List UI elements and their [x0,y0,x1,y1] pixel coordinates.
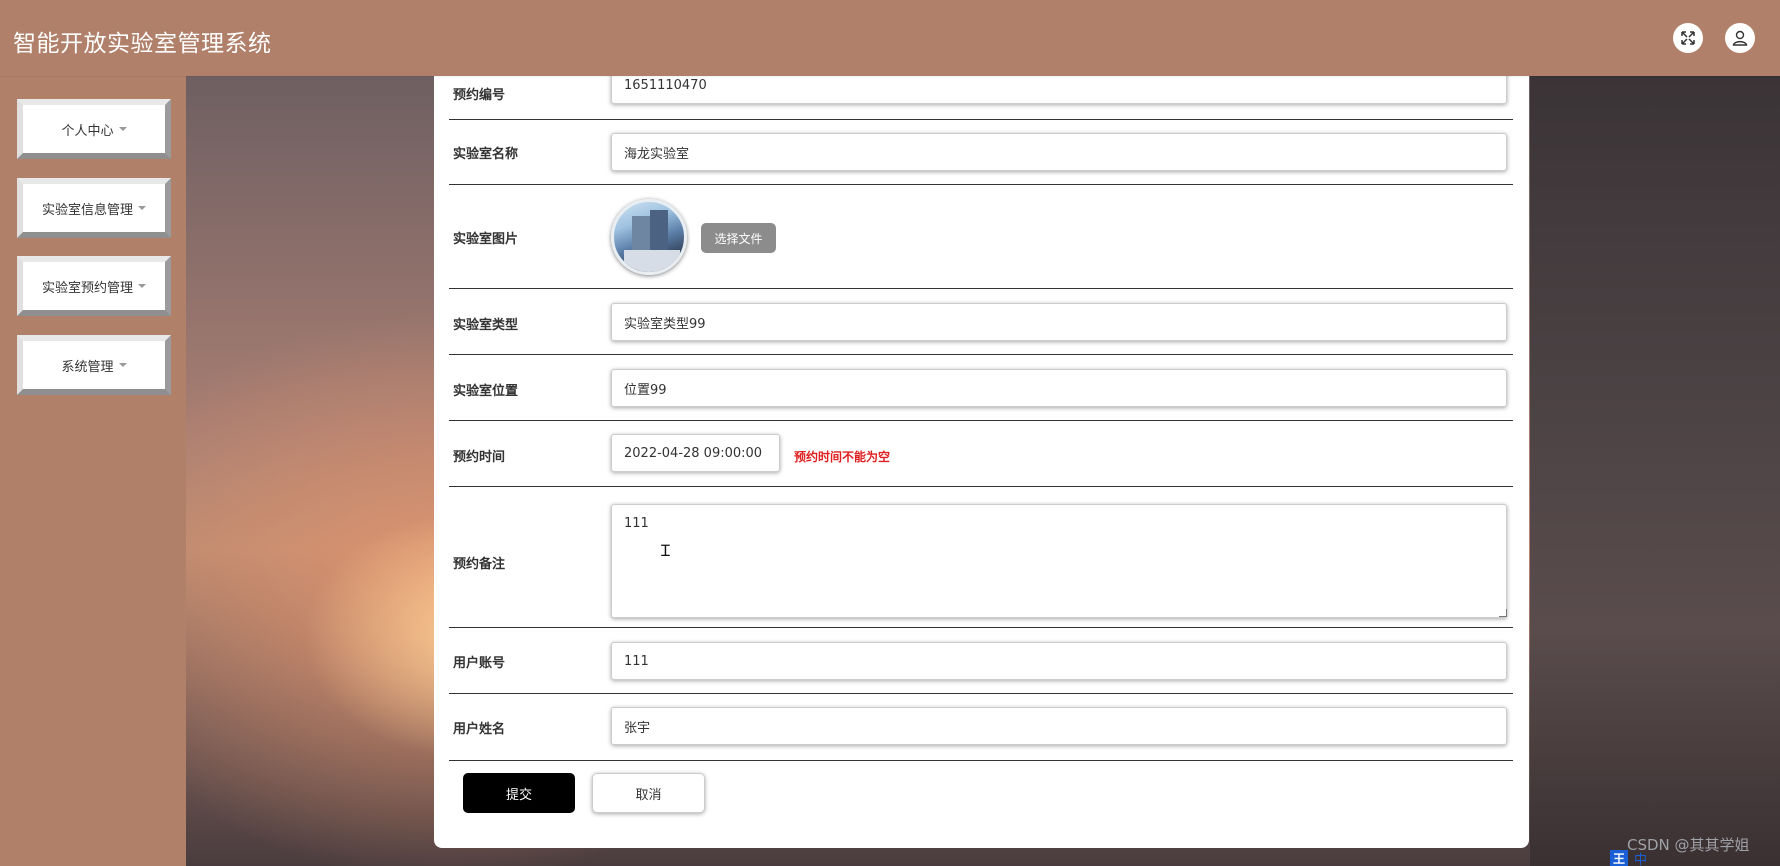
field-label: 实验室位置 [453,384,519,399]
sidebar-item-lab-info[interactable]: 实验室信息管理 [17,178,171,238]
fullscreen-button[interactable] [1673,23,1703,53]
form-row-reservation-time: 预约时间 预约时间不能为空 [449,421,1513,487]
field-label: 用户姓名 [453,722,506,737]
sidebar-item-label: 实验室预约管理 [41,280,133,296]
caret-down-icon [118,127,127,131]
lab-image-thumbnail [611,199,687,275]
background-scene-right [1530,76,1780,866]
form-row-lab-name: 实验室名称 [449,120,1513,185]
sidebar-item-label: 实验室信息管理 [41,202,133,218]
lab-type-input[interactable] [611,303,1507,341]
caret-down-icon [118,363,127,367]
caret-down-icon [138,284,146,288]
lab-name-input[interactable] [611,133,1507,171]
text-cursor-icon: Ɪ [661,541,670,560]
user-avatar-button[interactable] [1725,23,1755,53]
form-row-remark: 预约备注 111 [449,487,1513,628]
sidebar-item-label: 个人中心 [61,123,114,139]
sidebar: 个人中心 实验室信息管理 实验室预约管理 系统管理 [0,76,186,866]
sidebar-item-lab-reservation[interactable]: 实验室预约管理 [17,256,171,316]
remark-textarea[interactable]: 111 [611,504,1507,618]
form-row-user-name: 用户姓名 [449,694,1513,761]
lab-location-input[interactable] [611,369,1507,407]
field-label: 用户账号 [453,656,506,671]
form-row-reservation-no: 预约编号 [449,66,1513,120]
top-header: 智能开放实验室管理系统 [0,0,1780,76]
user-account-input[interactable] [611,642,1507,680]
form-row-user-account: 用户账号 [449,628,1513,694]
choose-file-button[interactable]: 选择文件 [701,223,776,253]
sidebar-item-label: 系统管理 [61,359,114,375]
reservation-time-input[interactable] [611,434,780,472]
ime-toolbar[interactable]: 王 中 [1610,850,1780,866]
user-name-input[interactable] [611,707,1507,745]
field-label: 预约编号 [453,88,506,103]
fullscreen-icon [1681,31,1695,45]
reservation-form-card: 预约编号 实验室名称 实验室图片 选择文件 实验室类型 实验室位置 预约时间 预… [434,66,1529,848]
field-label: 预约时间 [453,450,506,465]
field-label: 实验室图片 [453,232,519,247]
reservation-time-error: 预约时间不能为空 [794,450,891,464]
field-label: 实验室名称 [453,147,519,162]
resize-handle-icon[interactable] [1499,609,1507,617]
sidebar-item-system[interactable]: 系统管理 [17,335,171,395]
cancel-button[interactable]: 取消 [592,773,705,813]
ime-mode[interactable]: 中 [1634,849,1647,866]
form-row-lab-image: 实验室图片 选择文件 [449,185,1513,289]
caret-down-icon [138,206,146,210]
ime-logo-icon: 王 [1610,850,1628,866]
form-row-lab-type: 实验室类型 [449,289,1513,355]
submit-button[interactable]: 提交 [463,773,575,813]
sidebar-item-personal-center[interactable]: 个人中心 [17,99,171,159]
form-row-lab-location: 实验室位置 [449,355,1513,421]
user-icon [1732,30,1748,46]
field-label: 实验室类型 [453,318,519,333]
app-title: 智能开放实验室管理系统 [13,31,272,57]
field-label: 预约备注 [453,557,506,572]
